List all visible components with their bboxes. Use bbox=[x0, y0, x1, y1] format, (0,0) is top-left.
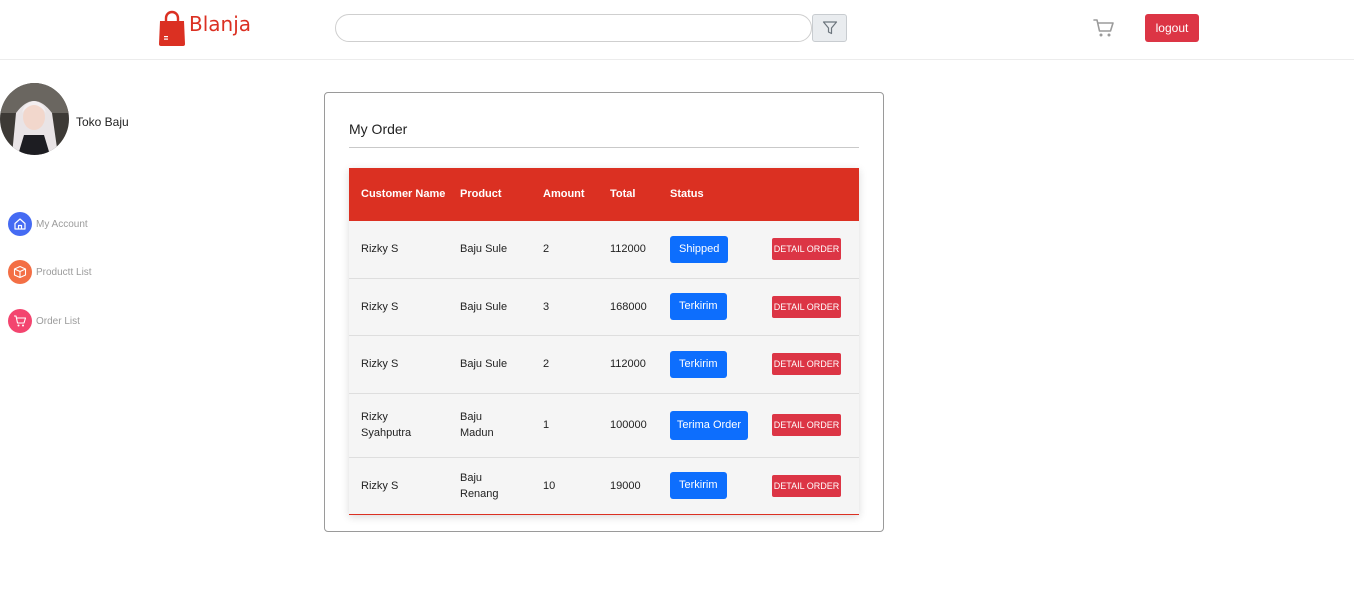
column-header-customer: Customer Name bbox=[349, 168, 448, 221]
filter-icon bbox=[822, 21, 837, 35]
sidebar-item-label: Order List bbox=[36, 315, 80, 327]
status-cell: Shipped bbox=[658, 221, 760, 279]
my-order-card: My Order Customer Name Product Amount To… bbox=[324, 92, 884, 532]
page-title: My Order bbox=[349, 121, 408, 137]
customer-cell: Rizky S bbox=[349, 221, 448, 279]
orders-table: Customer Name Product Amount Total Statu… bbox=[349, 168, 859, 515]
status-cell: Terima Order bbox=[658, 393, 760, 458]
product-cell: Baju Sule bbox=[448, 278, 531, 336]
table-row: Rizky S Baju Sule 3 168000 Terkirim DETA… bbox=[349, 278, 859, 336]
action-cell: DETAIL ORDER bbox=[760, 221, 859, 279]
detail-order-button[interactable]: DETAIL ORDER bbox=[772, 353, 841, 375]
detail-order-button[interactable]: DETAIL ORDER bbox=[772, 414, 841, 436]
product-cell: Baju Sule bbox=[448, 335, 531, 394]
customer-cell: Rizky S bbox=[349, 457, 448, 514]
column-header-product: Product bbox=[448, 168, 531, 221]
status-button[interactable]: Terkirim bbox=[670, 350, 727, 378]
product-cell: Baju Sule bbox=[448, 221, 531, 279]
column-header-action bbox=[760, 168, 859, 221]
status-button[interactable]: Terkirim bbox=[670, 293, 727, 320]
search-input[interactable] bbox=[335, 14, 812, 42]
amount-cell: 2 bbox=[531, 221, 598, 279]
store-name: Toko Baju bbox=[76, 115, 129, 129]
cart-button[interactable] bbox=[1093, 17, 1115, 39]
sidebar-item-product-list[interactable]: Productt List bbox=[8, 260, 92, 284]
status-cell: Terkirim bbox=[658, 278, 760, 336]
total-cell: 112000 bbox=[598, 335, 658, 394]
filter-button[interactable] bbox=[812, 14, 847, 42]
amount-cell: 10 bbox=[531, 457, 598, 514]
sidebar-item-my-account[interactable]: My Account bbox=[8, 212, 88, 236]
action-cell: DETAIL ORDER bbox=[760, 457, 859, 514]
sidebar-item-order-list[interactable]: Order List bbox=[8, 309, 80, 333]
product-name-text: Baju Renang bbox=[460, 471, 499, 500]
product-cell: Baju Madun bbox=[448, 393, 531, 458]
action-cell: DETAIL ORDER bbox=[760, 393, 859, 458]
column-header-status: Status bbox=[658, 168, 760, 221]
customer-name-text: Rizky Syahputra bbox=[361, 411, 412, 439]
customer-cell: Rizky Syahputra bbox=[349, 393, 448, 458]
title-divider bbox=[349, 147, 859, 148]
total-cell: 100000 bbox=[598, 393, 658, 458]
logout-button[interactable]: logout bbox=[1145, 14, 1199, 42]
home-icon bbox=[8, 212, 32, 236]
sidebar-item-label: Productt List bbox=[36, 266, 92, 278]
detail-order-button[interactable]: DETAIL ORDER bbox=[772, 474, 841, 497]
column-header-total: Total bbox=[598, 168, 658, 221]
table-row: Rizky Syahputra Baju Madun 1 100000 Teri… bbox=[349, 393, 859, 458]
shopping-bag-icon bbox=[159, 10, 185, 46]
action-cell: DETAIL ORDER bbox=[760, 335, 859, 394]
box-icon bbox=[8, 260, 32, 284]
detail-order-button[interactable]: DETAIL ORDER bbox=[772, 238, 841, 261]
customer-cell: Rizky S bbox=[349, 278, 448, 336]
table-row: Rizky S Baju Renang 10 19000 Terkirim DE… bbox=[349, 457, 859, 514]
brand-logo[interactable]: Blanja bbox=[158, 10, 251, 46]
amount-cell: 3 bbox=[531, 278, 598, 336]
status-cell: Terkirim bbox=[658, 335, 760, 394]
column-header-amount: Amount bbox=[531, 168, 598, 221]
table-row: Rizky S Baju Sule 2 112000 Terkirim DETA… bbox=[349, 335, 859, 394]
product-cell: Baju Renang bbox=[448, 457, 531, 514]
total-cell: 112000 bbox=[598, 221, 658, 279]
avatar-photo bbox=[0, 83, 69, 155]
total-cell: 168000 bbox=[598, 278, 658, 336]
status-button[interactable]: Terima Order bbox=[670, 410, 748, 440]
cart-icon bbox=[8, 309, 32, 333]
top-navbar: Blanja logout bbox=[0, 0, 1354, 60]
detail-order-button[interactable]: DETAIL ORDER bbox=[772, 295, 841, 318]
product-name-text: Baju Madun bbox=[460, 411, 494, 439]
status-button[interactable]: Shipped bbox=[670, 235, 729, 263]
customer-cell: Rizky S bbox=[349, 335, 448, 394]
status-cell: Terkirim bbox=[658, 457, 760, 514]
avatar bbox=[0, 83, 69, 155]
status-button[interactable]: Terkirim bbox=[670, 472, 727, 499]
action-cell: DETAIL ORDER bbox=[760, 278, 859, 336]
amount-cell: 1 bbox=[531, 393, 598, 458]
amount-cell: 2 bbox=[531, 335, 598, 394]
brand-name: Blanja bbox=[189, 12, 252, 36]
sidebar-item-label: My Account bbox=[36, 218, 88, 230]
cart-icon bbox=[1093, 19, 1114, 37]
table-row: Rizky S Baju Sule 2 112000 Shipped DETAI… bbox=[349, 221, 859, 279]
table-header-row: Customer Name Product Amount Total Statu… bbox=[349, 168, 859, 221]
total-cell: 19000 bbox=[598, 457, 658, 514]
